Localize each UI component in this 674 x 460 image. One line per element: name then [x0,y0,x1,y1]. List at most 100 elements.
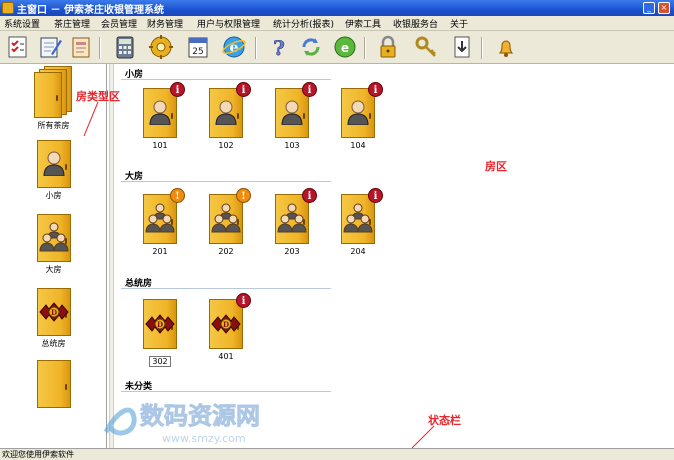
svg-text:?: ? [273,36,285,60]
info-badge-icon[interactable]: i [302,188,317,203]
status-bar: 欢迎您使用伊索软件 [0,448,674,460]
room-101[interactable]: i 101 [135,82,185,150]
gear-icon[interactable] [148,34,174,60]
network-icon[interactable]: e [332,34,358,60]
title-bar[interactable]: 主窗口 － 伊索茶庄收银管理系统 _ × [0,0,674,16]
status-text: 欢迎您使用伊索软件 [2,450,74,459]
toolbar-separator [255,37,257,59]
room-401[interactable]: D i 401 [201,293,251,361]
main-window: 主窗口 － 伊索茶庄收银管理系统 _ × 系统设置 茶庄管理 会员管理 财务管理… [0,0,674,460]
room-302[interactable]: D 302 [135,299,185,368]
menu-system-settings[interactable]: 系统设置 [4,17,40,30]
group-icon [343,203,373,233]
minimize-button[interactable]: _ [643,2,655,14]
room-204[interactable]: i 204 [333,188,383,256]
royal-emblem-icon: D [211,314,241,334]
section-divider [121,288,331,289]
room-area: 小房 i 101 i 102 i 103 i 104 大房 ! 201 ! 20… [115,64,674,448]
calculator-icon[interactable] [112,34,138,60]
info-badge-icon[interactable]: i [236,82,251,97]
room-number: 101 [152,141,168,150]
annotation-pointer [411,425,435,449]
toolbar-separator [481,37,483,59]
door-single-person-icon: i [341,82,383,138]
room-number: 103 [284,141,300,150]
svg-text:e: e [341,41,349,55]
room-202[interactable]: ! 202 [201,188,251,256]
checklist-icon[interactable] [5,34,31,60]
annotation-pointer [83,101,99,137]
room-number: 203 [284,247,300,256]
door-royal-emblem-icon: D [36,288,71,336]
bell-icon[interactable] [493,34,519,60]
room-number: 204 [350,247,366,256]
close-button[interactable]: × [658,2,670,14]
room-number: 201 [152,247,168,256]
info-badge-icon[interactable]: i [170,82,185,97]
menu-teahouse-management[interactable]: 茶庄管理 [54,17,90,30]
refresh-icon[interactable] [298,34,324,60]
person-icon [42,151,65,176]
door-group-icon: ! [143,188,185,244]
menu-statistics-reports[interactable]: 统计分析(报表) [273,17,334,30]
door-single-person-icon: i [209,82,251,138]
left-panel-scrollbar[interactable] [109,64,114,448]
stacked-doors-icon [33,66,74,118]
royal-emblem-icon: D [145,314,175,334]
key-icon[interactable] [413,34,439,60]
room-103[interactable]: i 103 [267,82,317,150]
warning-badge-icon[interactable]: ! [236,188,251,203]
lock-icon[interactable] [375,34,401,60]
room-type-label: 小房 [45,191,62,200]
door-single-person-icon [36,140,71,188]
app-icon [2,2,14,14]
svg-text:D: D [157,320,163,329]
person-icon [347,100,369,125]
room-number: 302 [149,356,171,367]
warning-badge-icon[interactable]: ! [170,188,185,203]
help-icon[interactable]: ? [266,34,292,61]
room-number: 104 [350,141,366,150]
menu-finance-management[interactable]: 财务管理 [147,17,183,30]
notes-icon[interactable] [68,34,94,60]
browser-icon[interactable]: e [221,34,247,60]
calendar-icon[interactable]: 25 [185,34,211,60]
person-icon [281,100,303,125]
room-201[interactable]: ! 201 [135,188,185,256]
info-badge-icon[interactable]: i [236,293,251,308]
room-104[interactable]: i 104 [333,82,383,150]
room-203[interactable]: i 203 [267,188,317,256]
group-icon [38,222,69,252]
room-type-presidential[interactable]: D 总统房 [0,288,106,349]
menu-about[interactable]: 关于 [450,17,468,30]
notepad-icon[interactable] [37,34,63,60]
menu-tools[interactable]: 伊索工具 [345,17,381,30]
calendar-day: 25 [192,47,203,57]
menu-member-management[interactable]: 会员管理 [101,17,137,30]
room-type-small[interactable]: 小房 [0,140,106,201]
room-type-large[interactable]: 大房 [0,214,106,275]
door-royal-emblem-icon: D [143,299,177,349]
watermark-url: www.smzy.com [162,432,246,445]
toolbar: 25 e ? e [0,31,674,64]
section-divider [121,79,331,80]
info-badge-icon[interactable]: i [368,82,383,97]
toolbar-separator [364,37,366,59]
group-icon [277,203,307,233]
group-icon [211,203,241,233]
section-divider [121,181,331,182]
export-icon[interactable] [449,34,475,60]
room-type-uncategorized[interactable] [0,360,106,410]
room-number: 401 [218,352,234,361]
door-blank-icon [36,360,71,408]
room-102[interactable]: i 102 [201,82,251,150]
door-single-person-icon: i [143,82,185,138]
room-type-label: 总统房 [41,339,66,348]
group-icon [145,203,175,233]
info-badge-icon[interactable]: i [302,82,317,97]
door-royal-emblem-icon: D i [209,293,251,349]
info-badge-icon[interactable]: i [368,188,383,203]
door-group-icon: ! [209,188,251,244]
menu-user-permissions[interactable]: 用户与权限管理 [197,17,260,30]
menu-cashier-desk[interactable]: 收银服务台 [393,17,438,30]
